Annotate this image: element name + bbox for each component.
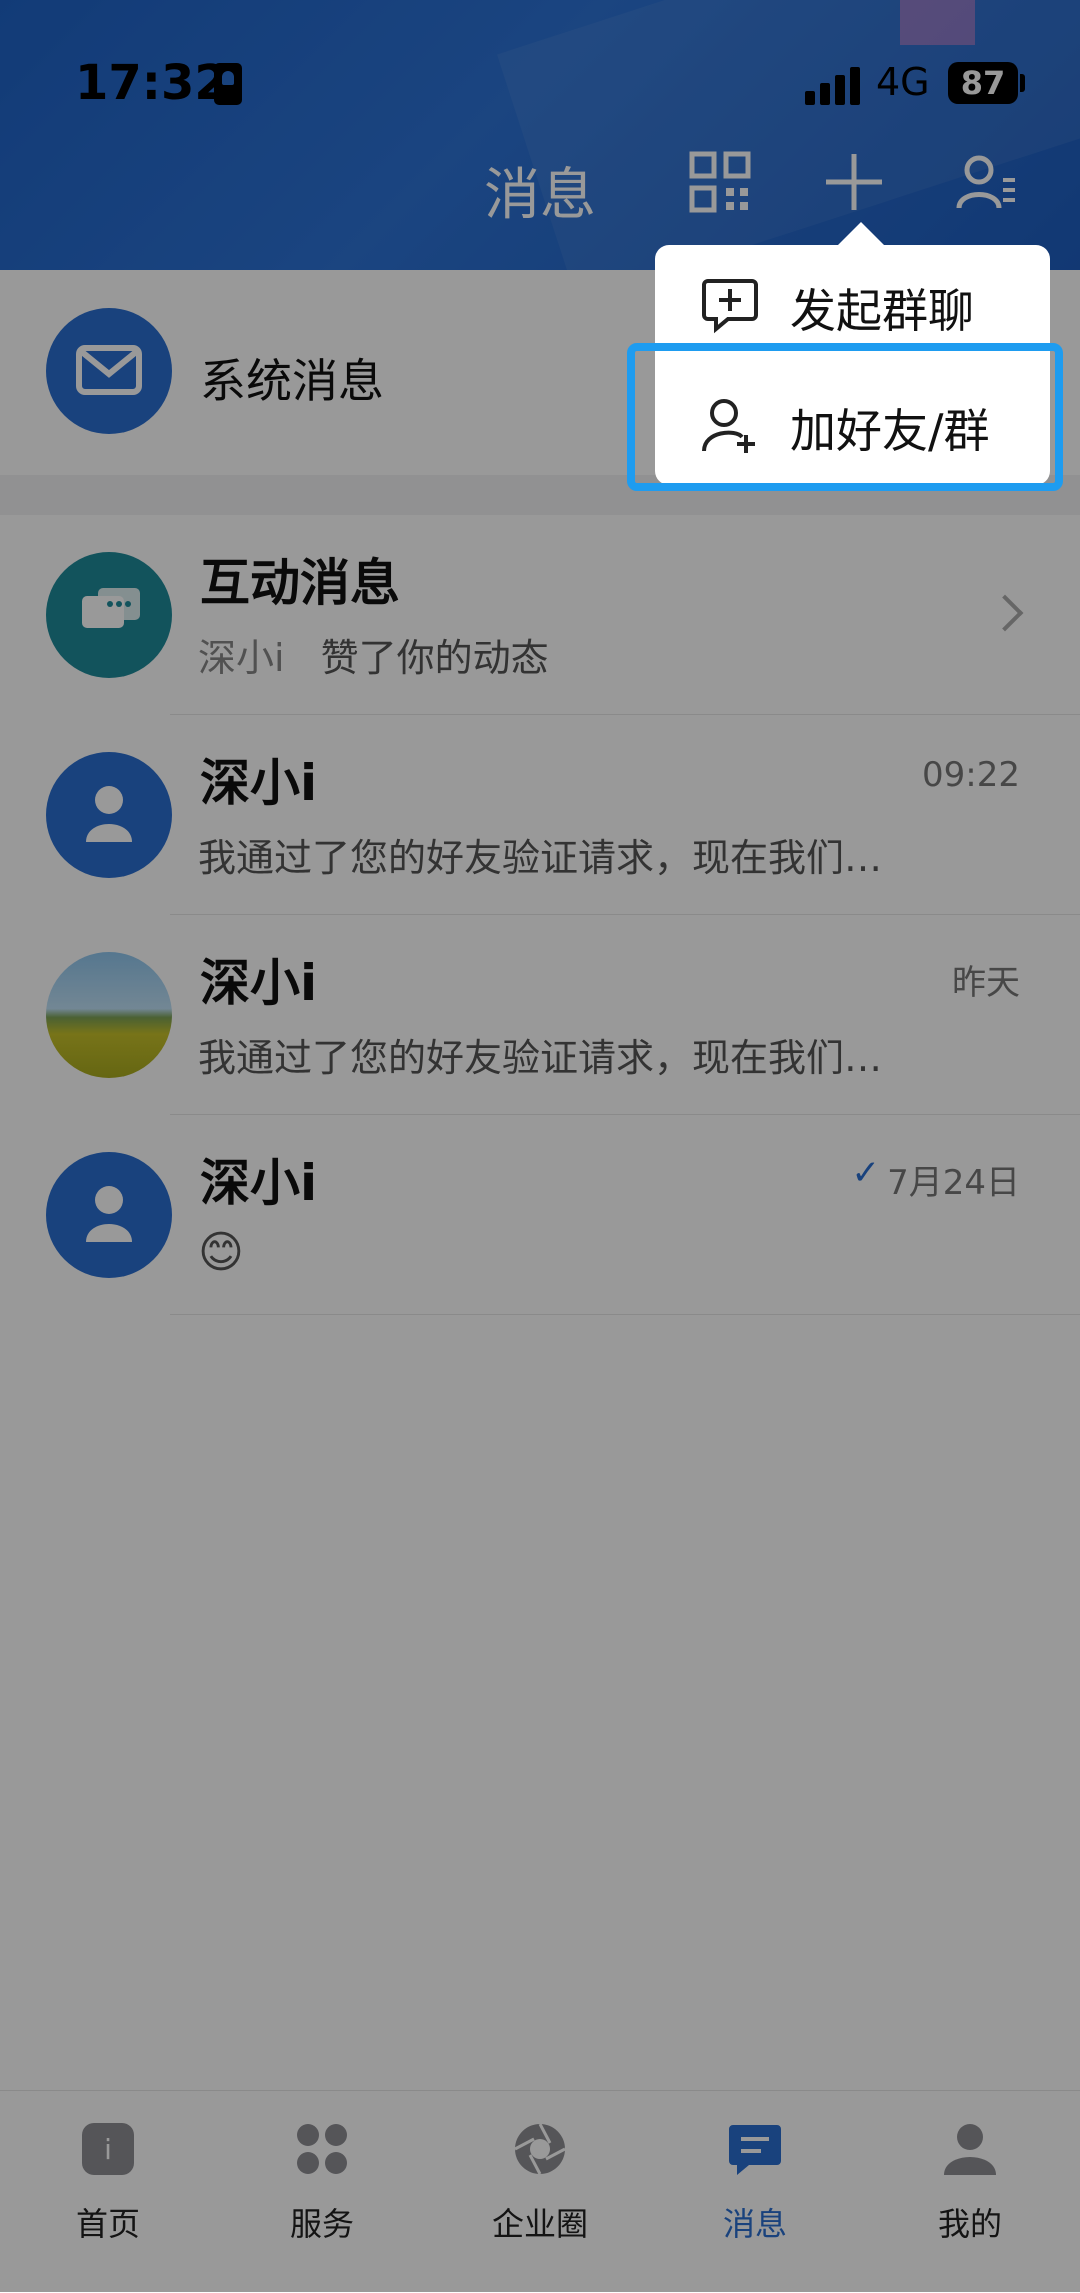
highlight-box bbox=[627, 343, 1063, 491]
page: 17:32 4G 87 消息 系统消息 互动消息 深小i 赞了你的动态 深小i … bbox=[0, 0, 1080, 2293]
menu-item-label: 发起群聊 bbox=[790, 284, 974, 338]
chat-plus-icon bbox=[702, 279, 758, 334]
